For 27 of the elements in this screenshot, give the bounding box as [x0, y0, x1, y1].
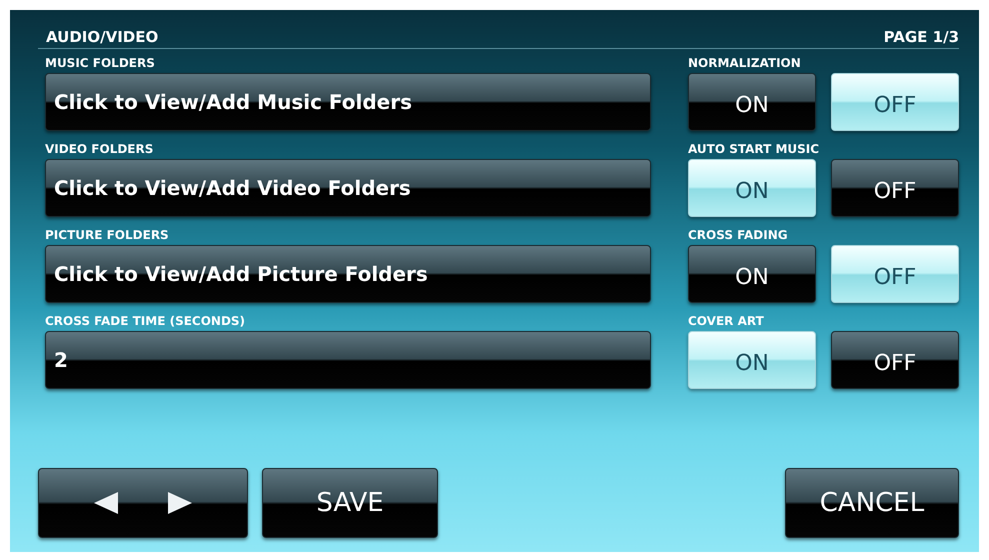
- field-label: CROSS FADE TIME (SECONDS): [45, 313, 246, 330]
- field-label: PICTURE FOLDERS: [45, 227, 170, 244]
- toggle-option[interactable]: OFF: [831, 331, 959, 389]
- toggle-option[interactable]: ON: [688, 73, 816, 131]
- setting-label: COVER ART: [688, 313, 765, 330]
- right-arrow-icon: [168, 492, 192, 514]
- toggle-option[interactable]: OFF: [831, 73, 959, 131]
- toggle-option[interactable]: ON: [688, 245, 816, 303]
- folder-field[interactable]: Click to View/Add Video Folders: [45, 159, 651, 217]
- setting-label: AUTO START MUSIC: [688, 141, 820, 158]
- left-arrow-icon: [94, 492, 118, 514]
- cancel-button[interactable]: CANCEL: [785, 468, 959, 538]
- folder-field[interactable]: Click to View/Add Picture Folders: [45, 245, 651, 303]
- folder-field[interactable]: Click to View/Add Music Folders: [45, 73, 651, 131]
- toggle-option[interactable]: OFF: [831, 159, 959, 217]
- toggle-option[interactable]: ON: [688, 159, 816, 217]
- toggle-option[interactable]: ON: [688, 331, 816, 389]
- section-title: AUDIO/VIDEO: [46, 28, 158, 46]
- field-label: VIDEO FOLDERS: [45, 141, 154, 158]
- save-button[interactable]: SAVE: [262, 468, 438, 538]
- navigation-button[interactable]: [38, 468, 248, 538]
- setting-label: NORMALIZATION: [688, 55, 802, 72]
- toggle-option[interactable]: OFF: [831, 245, 959, 303]
- field-label: MUSIC FOLDERS: [45, 55, 156, 72]
- folder-field[interactable]: 2: [45, 331, 651, 389]
- page-indicator: PAGE 1/3: [884, 28, 959, 46]
- setting-label: CROSS FADING: [688, 227, 789, 244]
